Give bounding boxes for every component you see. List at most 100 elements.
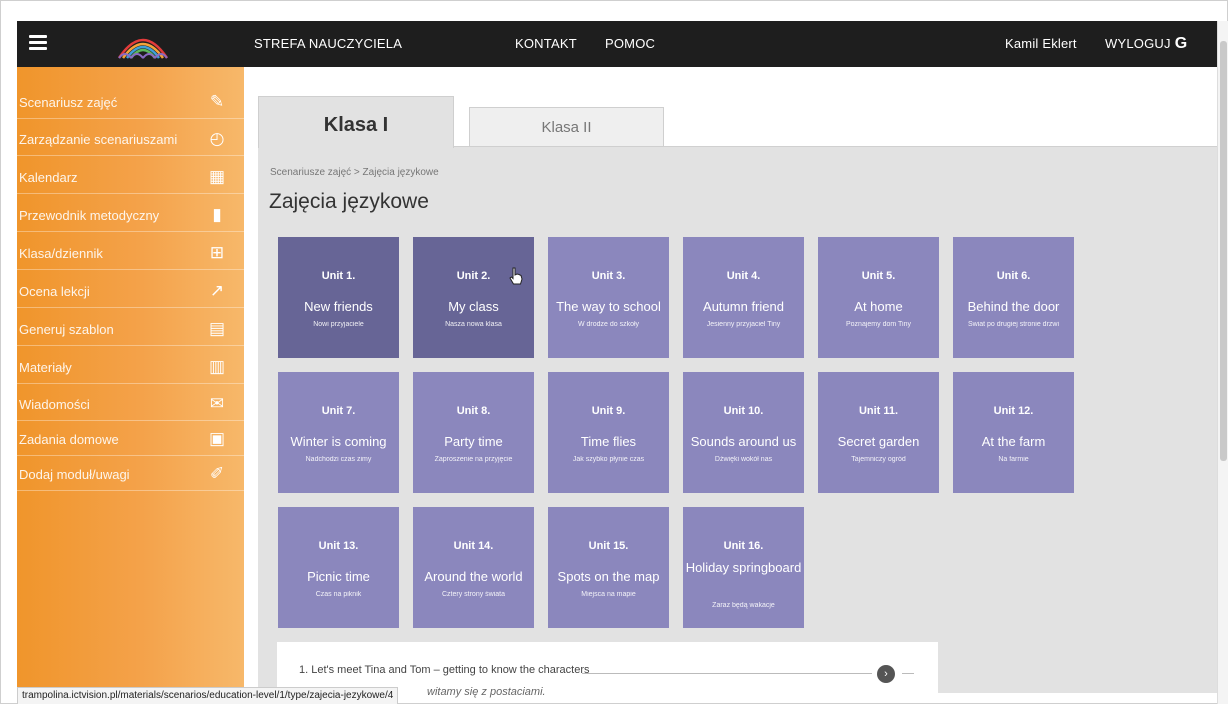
sidebar-item-label: Zadania domowe	[19, 432, 119, 447]
unit-number: Unit 3.	[591, 270, 626, 282]
unit-title: Secret garden	[837, 434, 920, 449]
unit-title: Autumn friend	[703, 299, 784, 314]
unit-number: Unit 1.	[321, 270, 356, 282]
sidebar-item-messages[interactable]: Wiadomości ✉	[17, 387, 244, 421]
sidebar-item-label: Materiały	[19, 360, 72, 375]
unit-tile-7[interactable]: Unit 7. Winter is coming Nadchodzi czas …	[278, 372, 399, 493]
book-icon: ▮	[212, 205, 222, 224]
unit-subtitle: Czas na piknik	[315, 591, 362, 598]
logout-button[interactable]: WYLOGUJ G	[1105, 21, 1187, 67]
unit-tile-13[interactable]: Unit 13. Picnic time Czas na piknik	[278, 507, 399, 628]
unit-subtitle: Zaraz będą wakacje	[712, 602, 775, 609]
unit-subtitle: Świat po drugiej stronie drzwi	[967, 321, 1060, 328]
tab-label: Klasa II	[541, 119, 592, 136]
lesson-title[interactable]: 1. Let's meet Tina and Tom – getting to …	[299, 664, 590, 676]
unit-number: Unit 9.	[591, 405, 626, 417]
sidebar-item-scenario[interactable]: Scenariusz zajęć ✎	[17, 85, 244, 119]
sidebar-item-guide[interactable]: Przewodnik metodyczny ▮	[17, 198, 244, 232]
unit-number: Unit 8.	[456, 405, 491, 417]
classroom-icon: ⊞	[209, 243, 225, 262]
logo-icon[interactable]	[115, 28, 171, 60]
sidebar-item-class[interactable]: Klasa/dziennik ⊞	[17, 236, 244, 270]
unit-title: Spots on the map	[557, 569, 660, 584]
sidebar-item-template[interactable]: Generuj szablon ▤	[17, 312, 244, 346]
unit-subtitle: Jak szybko płynie czas	[572, 456, 645, 463]
unit-subtitle: Dźwięki wokół nas	[714, 456, 773, 463]
unit-title: New friends	[304, 299, 373, 314]
unit-title: Time flies	[580, 434, 637, 449]
unit-title: Behind the door	[967, 299, 1060, 314]
unit-subtitle: Cztery strony świata	[441, 591, 506, 598]
page-title: Zajęcia językowe	[269, 190, 429, 213]
unit-title: Sounds around us	[690, 434, 797, 449]
unit-title: Party time	[444, 434, 503, 449]
unit-subtitle: Na farmie	[998, 456, 1029, 463]
add-note-icon: ✐	[209, 464, 225, 483]
user-name[interactable]: Kamil Eklert	[1005, 21, 1077, 67]
sidebar-item-label: Kalendarz	[19, 170, 78, 185]
sidebar-item-label: Przewodnik metodyczny	[19, 208, 160, 223]
unit-title: At the farm	[981, 434, 1046, 449]
app-window: STREFA NAUCZYCIELA KONTAKT POMOC Kamil E…	[0, 0, 1228, 704]
unit-tile-1[interactable]: Unit 1. New friends Nowi przyjaciele	[278, 237, 399, 358]
unit-subtitle: Zaproszenie na przyjęcie	[434, 456, 513, 463]
unit-tile-8[interactable]: Unit 8. Party time Zaproszenie na przyję…	[413, 372, 534, 493]
sidebar-item-manage-scenarios[interactable]: Zarządzanie scenariuszami ◴	[17, 122, 244, 156]
unit-number: Unit 13.	[318, 540, 359, 552]
unit-tile-3[interactable]: Unit 3. The way to school W drodze do sz…	[548, 237, 669, 358]
unit-tile-12[interactable]: Unit 12. At the farm Na farmie	[953, 372, 1074, 493]
film-icon: ▥	[208, 357, 226, 376]
scrollbar[interactable]	[1217, 21, 1228, 704]
chart-icon: ↗	[209, 281, 225, 300]
sidebar-item-label: Wiadomości	[19, 397, 90, 412]
unit-title: Picnic time	[307, 569, 370, 584]
sidebar-item-homework[interactable]: Zadania domowe ▣	[17, 422, 244, 456]
tab-class-1[interactable]: Klasa I	[258, 96, 454, 148]
unit-tile-10[interactable]: Unit 10. Sounds around us Dźwięki wokół …	[683, 372, 804, 493]
unit-number: Unit 14.	[453, 540, 494, 552]
unit-number: Unit 4.	[726, 270, 761, 282]
unit-subtitle: Jesienny przyjaciel Tiny	[706, 321, 781, 328]
sidebar-item-label: Generuj szablon	[19, 322, 114, 337]
unit-subtitle: Nasza nowa klasa	[445, 321, 502, 328]
unit-tile-11[interactable]: Unit 11. Secret garden Tajemniczy ogród	[818, 372, 939, 493]
unit-tile-6[interactable]: Unit 6. Behind the door Świat po drugiej…	[953, 237, 1074, 358]
scrollbar-thumb[interactable]	[1220, 41, 1227, 461]
logout-icon: G	[1174, 35, 1188, 52]
edit-icon: ✎	[209, 92, 225, 111]
unit-tile-16[interactable]: Unit 16. Holiday springboard Zaraz będą …	[683, 507, 804, 628]
sidebar-item-label: Scenariusz zajęć	[19, 95, 118, 110]
unit-title: The way to school	[556, 299, 661, 314]
divider	[902, 673, 914, 674]
unit-tile-15[interactable]: Unit 15. Spots on the map Miejsca na map…	[548, 507, 669, 628]
nav-help[interactable]: POMOC	[605, 21, 655, 67]
unit-tile-14[interactable]: Unit 14. Around the world Cztery strony …	[413, 507, 534, 628]
unit-title: Winter is coming	[290, 434, 387, 449]
sidebar-item-label: Dodaj moduł/uwagi	[19, 467, 130, 482]
unit-tile-4[interactable]: Unit 4. Autumn friend Jesienny przyjacie…	[683, 237, 804, 358]
sidebar: Scenariusz zajęć ✎ Zarządzanie scenarius…	[17, 67, 244, 693]
unit-subtitle: Nowi przyjaciele	[313, 321, 364, 328]
unit-number: Unit 11.	[858, 405, 899, 417]
template-icon: ▤	[208, 319, 226, 338]
menu-icon[interactable]	[29, 35, 47, 50]
unit-subtitle: Poznajemy dom Tiny	[846, 321, 911, 328]
nav-teacher-zone[interactable]: STREFA NAUCZYCIELA	[254, 21, 402, 67]
nav-contact[interactable]: KONTAKT	[515, 21, 577, 67]
chevron-right-icon[interactable]: ›	[877, 665, 895, 683]
sidebar-item-add-note[interactable]: Dodaj moduł/uwagi ✐	[17, 457, 244, 491]
sidebar-item-materials[interactable]: Materiały ▥	[17, 350, 244, 384]
tab-class-2[interactable]: Klasa II	[469, 107, 664, 147]
unit-tile-5[interactable]: Unit 5. At home Poznajemy dom Tiny	[818, 237, 939, 358]
sidebar-item-lesson-rating[interactable]: Ocena lekcji ↗	[17, 274, 244, 308]
hand-cursor-icon	[509, 267, 523, 285]
unit-number: Unit 12.	[993, 405, 1034, 417]
lesson-subtitle: witamy się z postaciami.	[427, 686, 546, 698]
tab-label: Klasa I	[323, 114, 389, 136]
divider	[582, 673, 872, 674]
unit-tile-2[interactable]: Unit 2. My class Nasza nowa klasa	[413, 237, 534, 358]
unit-tile-9[interactable]: Unit 9. Time flies Jak szybko płynie cza…	[548, 372, 669, 493]
sidebar-item-calendar[interactable]: Kalendarz ▦	[17, 160, 244, 194]
breadcrumb[interactable]: Scenariusze zajęć > Zajęcia językowe	[270, 167, 439, 178]
unit-number: Unit 10.	[723, 405, 764, 417]
